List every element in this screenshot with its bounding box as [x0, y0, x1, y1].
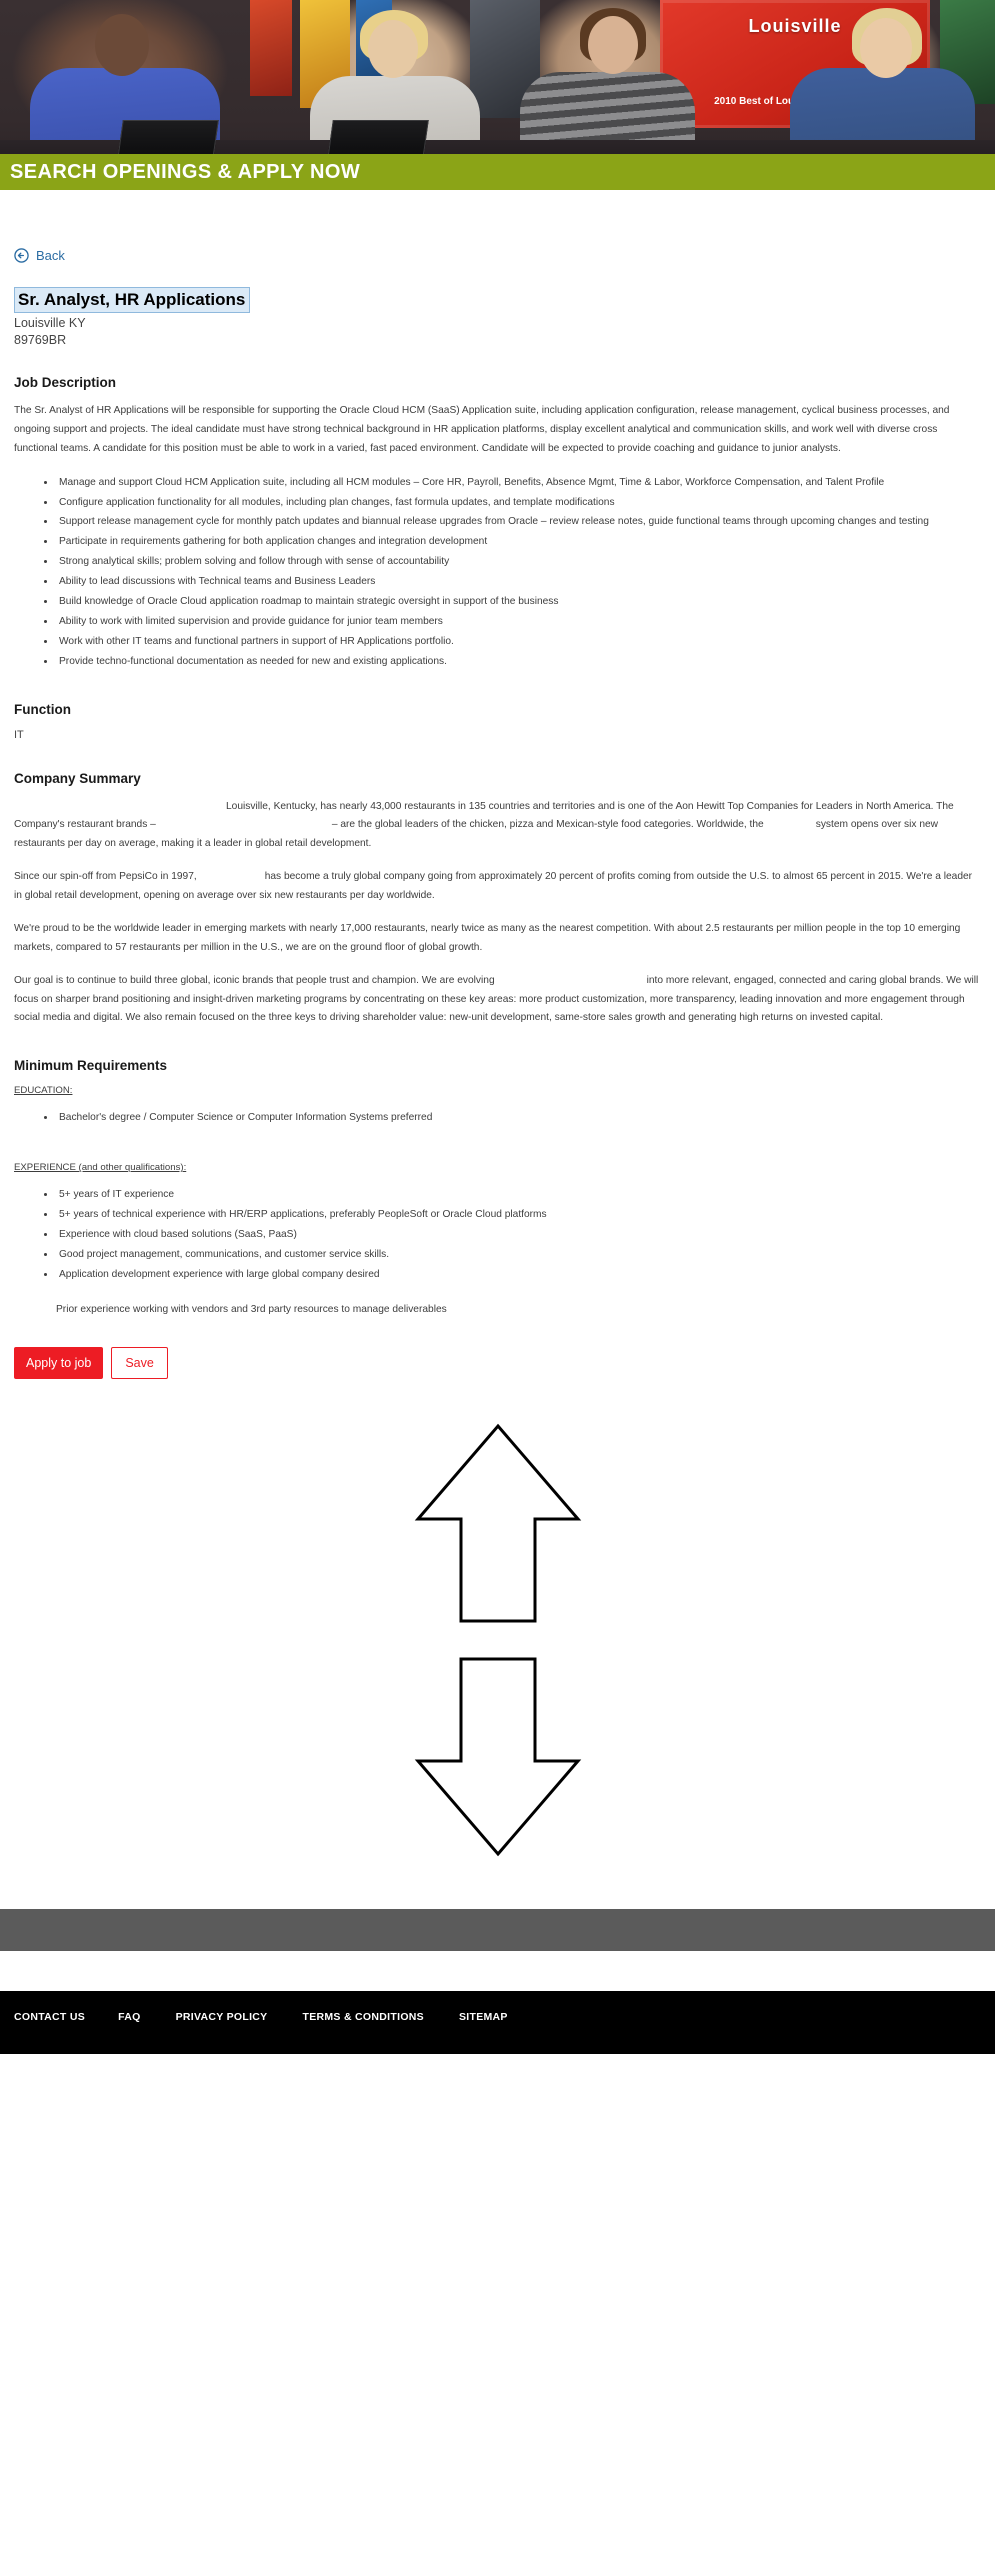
experience-closing-note: Prior experience working with vendors an…	[56, 1303, 447, 1315]
gray-separator-bar	[0, 1909, 995, 1952]
list-item: Build knowledge of Oracle Cloud applicat…	[56, 592, 981, 612]
company-summary-text: Our goal is to continue to build three g…	[14, 974, 495, 986]
function-value: IT	[14, 728, 24, 741]
list-item: Configure application functionality for …	[56, 493, 981, 513]
footer-link-privacy-policy[interactable]: PRIVACY POLICY	[176, 2011, 268, 2023]
list-item: 5+ years of technical experience with HR…	[56, 1205, 981, 1225]
job-description-bullets: Manage and support Cloud HCM Application…	[14, 473, 981, 672]
footer-link-terms-and-conditions[interactable]: TERMS & CONDITIONS	[302, 2011, 423, 2023]
hero-bottom-spacer	[0, 190, 995, 218]
list-item: Manage and support Cloud HCM Application…	[56, 473, 981, 493]
function-heading: Function	[14, 701, 71, 717]
footer-link-faq[interactable]: FAQ	[118, 2011, 141, 2023]
search-openings-banner-label: SEARCH OPENINGS & APPLY NOW	[10, 160, 361, 183]
person-head	[95, 14, 149, 76]
job-description-intro: The Sr. Analyst of HR Applications will …	[14, 405, 950, 454]
hero-banner: Louisville 2010 Best of Louisville Emplo…	[0, 0, 995, 218]
circle-arrow-left-icon	[14, 248, 29, 263]
scroll-arrows	[14, 1421, 981, 1859]
company-summary-heading: Company Summary	[14, 770, 141, 786]
person-head	[368, 20, 418, 78]
footer-link-contact-us[interactable]: CONTACT US	[14, 2011, 85, 2023]
company-summary-paragraph-2: Since our spin-off from PepsiCo in 1997,…	[14, 868, 981, 906]
education-bullets: Bachelor's degree / Computer Science or …	[14, 1108, 981, 1128]
footer: CONTACT US FAQ PRIVACY POLICY TERMS & CO…	[0, 1991, 995, 2055]
back-link-label: Back	[36, 248, 65, 263]
search-openings-banner[interactable]: SEARCH OPENINGS & APPLY NOW	[0, 154, 995, 190]
experience-label: EXPERIENCE (and other qualifications):	[14, 1162, 187, 1174]
action-buttons: Apply to job Save	[14, 1346, 981, 1380]
company-summary-text: – are the global leaders of the chicken,…	[331, 819, 764, 831]
company-summary-paragraph-1: Louisville, Kentucky, has nearly 43,000 …	[14, 798, 981, 855]
list-item: Good project management, communications,…	[56, 1245, 981, 1265]
footer-link-sitemap[interactable]: SITEMAP	[459, 2011, 508, 2023]
job-header: Sr. Analyst, HR Applications Louisville …	[14, 287, 981, 349]
footer-spacer	[0, 1951, 995, 1992]
arrow-down-outline-icon	[414, 1657, 581, 1857]
list-item: Ability to lead discussions with Technic…	[56, 572, 981, 592]
education-label: EDUCATION:	[14, 1085, 73, 1097]
list-item: Strong analytical skills; problem solvin…	[56, 552, 981, 572]
list-item: Provide techno-functional documentation …	[56, 652, 981, 672]
save-job-button[interactable]: Save	[111, 1346, 168, 1380]
list-item: Participate in requirements gathering fo…	[56, 532, 981, 552]
arrow-up-outline-icon	[414, 1424, 581, 1623]
experience-bullets: 5+ years of IT experience 5+ years of te…	[14, 1185, 981, 1284]
list-item: Support release management cycle for mon…	[56, 512, 981, 532]
job-detail-content: Back Sr. Analyst, HR Applications Louisv…	[0, 218, 995, 1859]
list-item: Experience with cloud based solutions (S…	[56, 1225, 981, 1245]
job-location: Louisville KY	[14, 316, 86, 331]
list-item: Application development experience with …	[56, 1265, 981, 1285]
person-head	[588, 16, 638, 74]
list-item: Work with other IT teams and functional …	[56, 632, 981, 652]
wall-poster	[250, 0, 292, 96]
apply-to-job-button[interactable]: Apply to job	[14, 1346, 104, 1380]
list-item: Bachelor's degree / Computer Science or …	[56, 1108, 981, 1128]
company-summary-paragraph-3: We're proud to be the worldwide leader i…	[14, 922, 961, 953]
back-link[interactable]: Back	[14, 248, 65, 263]
list-item: Ability to work with limited supervision…	[56, 612, 981, 632]
list-item: 5+ years of IT experience	[56, 1185, 981, 1205]
company-summary-text: Since our spin-off from PepsiCo in 1997,	[14, 871, 197, 883]
minimum-requirements-heading: Minimum Requirements	[14, 1058, 168, 1074]
person-head	[860, 18, 912, 78]
job-req-id: 89769BR	[14, 333, 67, 348]
company-summary-paragraph-4: Our goal is to continue to build three g…	[14, 972, 981, 1029]
job-description-heading: Job Description	[14, 375, 117, 390]
page-title: Sr. Analyst, HR Applications	[14, 287, 251, 314]
